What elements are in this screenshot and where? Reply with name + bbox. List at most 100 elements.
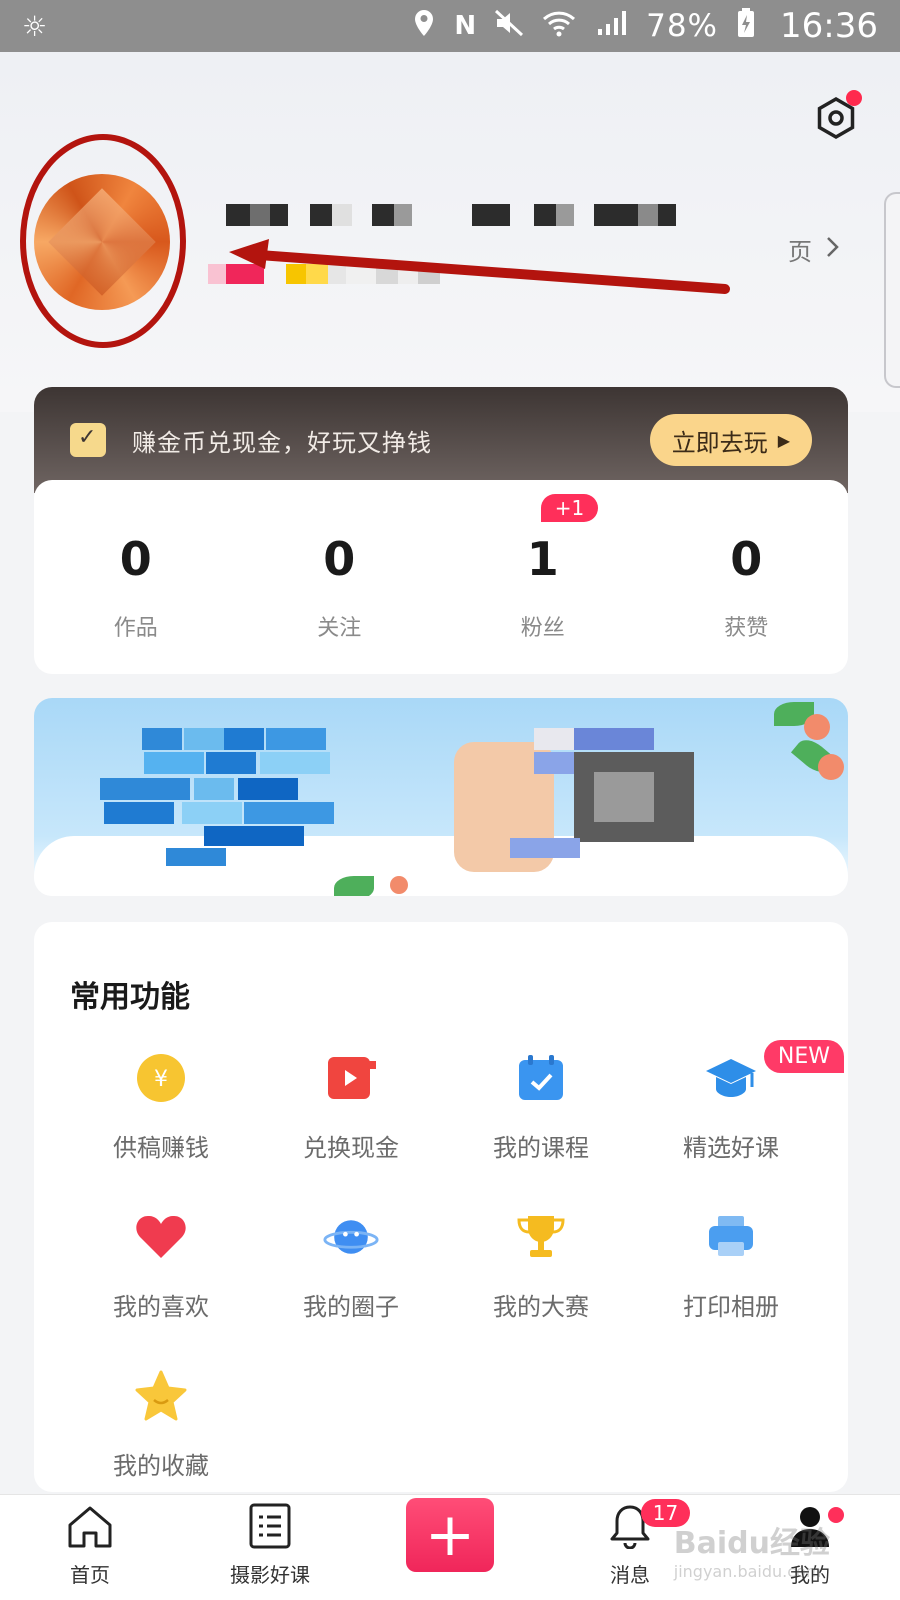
stat-value: 0 — [119, 532, 152, 586]
function-print-album[interactable]: 打印相册 — [636, 1209, 826, 1322]
stat-label: 粉丝 — [520, 616, 565, 641]
nav-label: 摄影好课 — [230, 1563, 310, 1587]
nav-home[interactable]: 首页 — [0, 1505, 180, 1600]
calendar-icon — [513, 1050, 569, 1106]
function-label: 我的喜欢 — [113, 1293, 209, 1321]
pixel-block — [266, 728, 326, 750]
function-my-likes[interactable]: 我的喜欢 — [66, 1209, 256, 1322]
flower-decoration — [390, 876, 408, 894]
wifi-icon — [542, 9, 576, 44]
list-icon — [249, 1503, 291, 1553]
pixel-block — [142, 728, 182, 750]
side-drawer-handle[interactable] — [884, 192, 900, 388]
video-icon — [323, 1050, 379, 1106]
promo-banner[interactable] — [34, 698, 848, 896]
function-my-contests[interactable]: 我的大赛 — [446, 1209, 636, 1322]
stat-value: 0 — [323, 532, 356, 586]
function-label: 打印相册 — [683, 1293, 779, 1321]
pixel-block — [510, 838, 580, 858]
star-icon — [133, 1368, 189, 1424]
function-label: 我的大赛 — [493, 1293, 589, 1321]
pixel-block — [206, 752, 256, 774]
graduation-cap-icon — [703, 1050, 759, 1106]
heart-icon — [133, 1209, 189, 1265]
printer-icon — [703, 1209, 759, 1265]
function-featured-courses[interactable]: 精选好课 — [636, 1050, 826, 1163]
stat-value: 1 — [526, 532, 559, 586]
function-label: 供稿赚钱 — [113, 1134, 209, 1162]
trophy-icon — [513, 1209, 569, 1265]
location-icon — [412, 8, 436, 45]
function-grid: ¥ 供稿赚钱 兑换现金 我的课程 精选好课 我的喜欢 我的圈子 我的大赛 打印相… — [34, 1050, 848, 1481]
annotation-arrow — [229, 239, 730, 294]
coin-banner-text: 赚金币兑现金，好玩又挣钱 — [132, 428, 432, 457]
pixel-block — [184, 728, 224, 750]
fans-increase-badge: +1 — [540, 494, 599, 522]
settings-icon[interactable] — [814, 90, 862, 140]
stat-label: 获赞 — [724, 616, 769, 641]
pixel-block — [100, 778, 190, 800]
stat-following[interactable]: 0 关注 — [238, 480, 442, 674]
svg-text:¥: ¥ — [154, 1067, 168, 1092]
stats-card: 0 作品 0 关注 +1 1 粉丝 0 获赞 — [34, 480, 848, 674]
status-bar: ☼ N 78% 16:36 — [0, 0, 900, 52]
pixel-block — [244, 802, 334, 824]
coin-icon: ¥ — [133, 1050, 189, 1106]
pixel-block — [574, 728, 654, 750]
stat-value: 0 — [730, 532, 763, 586]
function-label: 我的圈子 — [303, 1293, 399, 1321]
common-functions-card: 常用功能 NEW ¥ 供稿赚钱 兑换现金 我的课程 精选好课 我的喜欢 我的圈子… — [34, 922, 848, 1492]
nfc-icon: N — [454, 11, 477, 41]
plus-icon: + — [406, 1498, 494, 1572]
homepage-link-label: 页 — [788, 238, 812, 266]
username-pixelated — [226, 204, 676, 226]
homepage-link[interactable]: 页 — [788, 232, 840, 267]
function-my-courses[interactable]: 我的课程 — [446, 1050, 636, 1163]
nav-label: 消息 — [610, 1563, 650, 1587]
battery-icon — [736, 7, 756, 46]
avatar[interactable] — [34, 174, 170, 310]
nav-label: 首页 — [70, 1563, 110, 1587]
pixel-block — [260, 752, 330, 774]
calendar-check-icon — [70, 423, 106, 457]
pixel-block — [144, 752, 204, 774]
clock: 16:36 — [780, 6, 878, 46]
cloud-shape — [34, 836, 848, 896]
coin-banner[interactable]: 赚金币兑现金，好玩又挣钱 立即去玩 ▶ — [34, 387, 848, 493]
function-label: 我的课程 — [493, 1134, 589, 1162]
battery-level: 78% — [646, 8, 719, 44]
stat-label: 作品 — [113, 616, 158, 641]
watermark-line2: jingyan.baidu.com — [673, 1562, 822, 1581]
signal-icon — [594, 9, 628, 44]
pixel-block — [224, 728, 264, 750]
function-my-favorites[interactable]: 我的收藏 — [66, 1368, 256, 1481]
watermark-line1: Baidu经验 — [673, 1526, 830, 1561]
section-title: 常用功能 — [70, 980, 190, 1015]
chevron-right-icon — [826, 236, 840, 264]
function-label: 精选好课 — [683, 1134, 779, 1162]
stat-likes[interactable]: 0 获赞 — [645, 480, 849, 674]
pixel-block — [594, 772, 654, 822]
pixel-block — [104, 802, 174, 824]
pixel-block — [204, 826, 304, 846]
nav-add[interactable]: + — [360, 1498, 540, 1600]
flower-decoration — [818, 754, 844, 780]
pixel-block — [166, 848, 226, 866]
notification-dot — [828, 1507, 844, 1523]
play-now-label: 立即去玩 — [671, 428, 768, 457]
baidu-watermark: Baidu经验 jingyan.baidu.com — [674, 1518, 830, 1581]
play-now-button[interactable]: 立即去玩 ▶ — [649, 414, 812, 466]
notification-dot — [846, 90, 862, 106]
stat-fans[interactable]: +1 1 粉丝 — [441, 480, 645, 674]
triangle-right-icon: ▶ — [777, 430, 790, 450]
pixel-block — [238, 778, 298, 800]
stat-label: 关注 — [317, 616, 362, 641]
nav-photography-courses[interactable]: 摄影好课 — [180, 1503, 360, 1600]
stat-works[interactable]: 0 作品 — [34, 480, 238, 674]
function-my-circles[interactable]: 我的圈子 — [256, 1209, 446, 1322]
profile-header: 页 — [0, 52, 900, 412]
home-icon — [66, 1505, 114, 1553]
function-submit-earn[interactable]: ¥ 供稿赚钱 — [66, 1050, 256, 1163]
function-label: 我的收藏 — [113, 1452, 209, 1480]
function-exchange-cash[interactable]: 兑换现金 — [256, 1050, 446, 1163]
